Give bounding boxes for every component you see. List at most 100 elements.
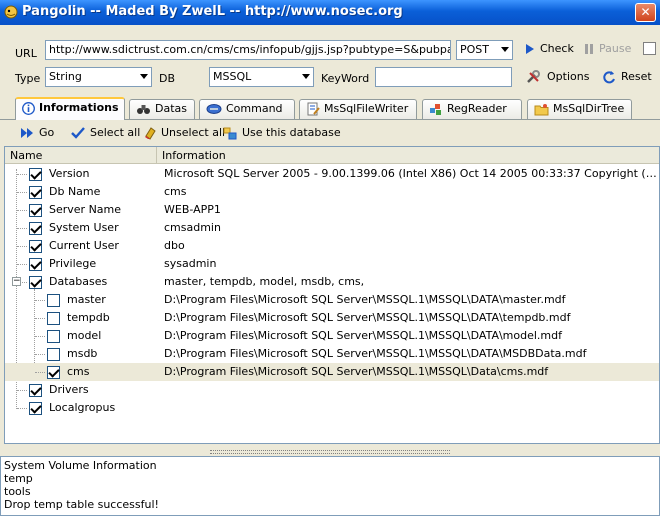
tree-line [17, 408, 27, 409]
close-button[interactable]: ✕ [635, 3, 656, 22]
row-checkbox[interactable] [29, 186, 42, 199]
row-checkbox[interactable] [47, 312, 60, 325]
title-bar[interactable]: Pangolin -- Maded By ZwelL -- http://www… [0, 0, 660, 25]
use-database-label: Use this database [242, 126, 341, 139]
reset-button[interactable]: Reset [602, 67, 652, 87]
row-information: sysadmin [164, 257, 217, 270]
splitter-grip[interactable] [210, 450, 450, 454]
row-information: D:\Program Files\Microsoft SQL Server\MS… [164, 347, 587, 360]
row-information: master, tempdb, model, msdb, cms, [164, 275, 365, 288]
close-icon: ✕ [640, 5, 651, 19]
fast-forward-icon [21, 128, 33, 138]
stay-on-top-checkbox[interactable] [643, 42, 656, 55]
row-checkbox[interactable] [29, 240, 42, 253]
use-database-button[interactable]: Use this database [223, 123, 341, 143]
table-row[interactable]: Version Microsoft SQL Server 2005 - 9.00.… [5, 165, 659, 183]
table-row[interactable]: master D:\Program Files\Microsoft SQL Ser… [5, 291, 659, 309]
db-value: MSSQL [213, 70, 252, 83]
pangolin-app-icon [4, 5, 18, 19]
row-checkbox[interactable] [29, 204, 42, 217]
table-row[interactable]: tempdb D:\Program Files\Microsoft SQL Ser… [5, 309, 659, 327]
table-row[interactable]: Localgropus [5, 399, 659, 417]
tree-line [17, 264, 27, 265]
row-information: Microsoft SQL Server 2005 - 9.00.1399.06… [164, 167, 659, 180]
go-button[interactable]: Go [20, 123, 54, 143]
row-checkbox[interactable] [47, 366, 60, 379]
type-value: String [49, 70, 82, 83]
table-row[interactable]: − Databases master, tempdb, model, msdb, c… [5, 273, 659, 291]
row-information: dbo [164, 239, 185, 252]
tab-label: Command [226, 102, 283, 115]
info-toolbar: Go Select all Unselect all Use this data… [0, 121, 660, 145]
table-row[interactable]: model D:\Program Files\Microsoft SQL Serv… [5, 327, 659, 345]
tree-line [35, 372, 45, 373]
row-checkbox[interactable] [47, 330, 60, 343]
row-checkbox[interactable] [29, 222, 42, 235]
row-name: msdb [67, 347, 98, 360]
check-button[interactable]: Check [525, 39, 574, 59]
row-name: cms [67, 365, 90, 378]
collapse-icon[interactable]: − [12, 277, 21, 286]
tab-label: Datas [155, 102, 187, 115]
tab-mssqldirtree[interactable]: MsSqlDirTree [527, 99, 632, 119]
tab-informations[interactable]: Informations [15, 97, 125, 120]
pangolin-window: Pangolin -- Maded By ZwelL -- http://www… [0, 0, 660, 516]
registry-icon [430, 104, 441, 115]
tree-line [17, 174, 27, 175]
output-log[interactable]: System Volume Information temp tools Dro… [0, 456, 660, 516]
row-information: D:\Program Files\Microsoft SQL Server\MS… [164, 365, 549, 378]
row-name: Current User [49, 239, 119, 252]
table-row[interactable]: Db Name cms [5, 183, 659, 201]
url-input[interactable]: http://www.sdictrust.com.cn/cms/cms/info… [45, 40, 451, 60]
tab-label: RegReader [447, 102, 507, 115]
play-icon [526, 44, 534, 54]
options-button[interactable]: Options [526, 67, 589, 87]
name-column-header[interactable]: Name [5, 147, 157, 164]
tree-line [35, 354, 45, 355]
pause-button[interactable]: Pause [584, 39, 631, 59]
chevron-down-icon [501, 47, 509, 52]
table-row[interactable]: Privilege sysadmin [5, 255, 659, 273]
row-checkbox[interactable] [29, 402, 42, 415]
binoculars-icon [137, 105, 150, 114]
row-name: model [67, 329, 102, 342]
table-row[interactable]: Server Name WEB-APP1 [5, 201, 659, 219]
keyword-input[interactable] [375, 67, 512, 87]
tab-datas[interactable]: Datas [129, 99, 195, 119]
row-checkbox[interactable] [29, 384, 42, 397]
url-label: URL [15, 47, 37, 60]
row-name: Drivers [49, 383, 89, 396]
type-label: Type [15, 72, 41, 85]
row-checkbox[interactable] [29, 276, 42, 289]
tab-mssqlfilewriter[interactable]: MsSqlFileWriter [299, 99, 417, 119]
db-select[interactable]: MSSQL [209, 67, 314, 87]
row-name: System User [49, 221, 119, 234]
row-name: tempdb [67, 311, 110, 324]
row-checkbox[interactable] [47, 348, 60, 361]
row-checkbox[interactable] [29, 258, 42, 271]
type-select[interactable]: String [45, 67, 152, 87]
row-checkbox[interactable] [47, 294, 60, 307]
tab-regreader[interactable]: RegReader [422, 99, 522, 119]
method-select[interactable]: POST [456, 40, 513, 60]
information-column-header[interactable]: Information [157, 147, 659, 164]
table-row[interactable]: System User cmsadmin [5, 219, 659, 237]
log-line: temp [4, 472, 33, 485]
go-label: Go [39, 126, 55, 139]
info-tree-list[interactable]: Name Information Version Microsoft SQL Se… [4, 146, 660, 444]
table-row[interactable]: Current User dbo [5, 237, 659, 255]
select-all-label: Select all [90, 126, 141, 139]
table-row[interactable]: msdb D:\Program Files\Microsoft SQL Serve… [5, 345, 659, 363]
pause-icon [585, 44, 593, 54]
refresh-icon [603, 71, 615, 84]
row-information: D:\Program Files\Microsoft SQL Server\MS… [164, 311, 571, 324]
row-name: master [67, 293, 106, 306]
table-row[interactable]: cms D:\Program Files\Microsoft SQL Server… [5, 363, 659, 381]
method-value: POST [460, 43, 489, 56]
row-name: Localgropus [49, 401, 116, 414]
tab-command[interactable]: Command [199, 99, 295, 119]
table-row[interactable]: Drivers [5, 381, 659, 399]
unselect-all-button[interactable]: Unselect all [144, 123, 225, 143]
select-all-button[interactable]: Select all [71, 123, 140, 143]
row-checkbox[interactable] [29, 168, 42, 181]
